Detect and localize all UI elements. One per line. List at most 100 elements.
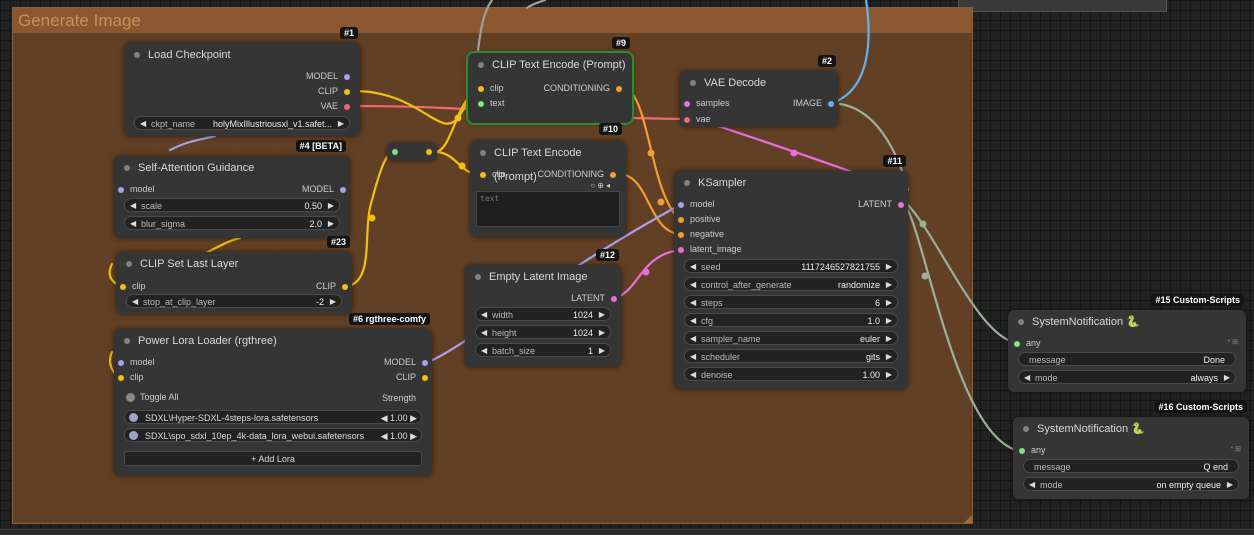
arrow-right-icon[interactable]: ▶ — [886, 332, 892, 346]
collapse-dot[interactable] — [126, 261, 132, 267]
output-socket[interactable] — [898, 201, 904, 208]
arrow-left-icon[interactable]: ◀ — [481, 344, 487, 358]
arrow-left-icon[interactable]: ◀ — [481, 308, 487, 322]
collapse-dot[interactable] — [475, 274, 481, 280]
node-menu-icon[interactable]: * ⊞ — [1227, 338, 1238, 346]
input-positive[interactable]: positive — [678, 212, 721, 226]
arrow-left-icon[interactable]: ◀ — [690, 314, 696, 328]
arrow-right-icon[interactable]: ▶ — [886, 314, 892, 328]
collapse-dot[interactable] — [478, 62, 484, 68]
node-title[interactable]: VAE Decode — [680, 71, 838, 95]
input-socket[interactable] — [120, 283, 126, 290]
input-socket[interactable] — [684, 100, 690, 107]
arrow-right-icon[interactable]: ▶ — [599, 344, 605, 358]
node-title[interactable]: CLIP Text Encode (Prompt) — [468, 53, 632, 77]
input-socket[interactable] — [478, 100, 484, 107]
output-model[interactable]: MODEL — [384, 355, 428, 369]
output-model[interactable]: MODEL — [302, 182, 346, 196]
arrow-left-icon[interactable]: ◀ — [690, 368, 696, 382]
collapse-dot[interactable] — [124, 338, 130, 344]
node-title[interactable]: SystemNotification 🐍 — [1008, 310, 1246, 334]
widget-mode[interactable]: ◀ mode on empty queue ▶ — [1023, 477, 1239, 491]
group-title[interactable]: Generate Image — [13, 8, 972, 33]
node-title[interactable]: KSampler — [674, 171, 908, 195]
output-model[interactable]: MODEL — [306, 69, 350, 83]
widget-cfg[interactable]: ◀ cfg 1.0 ▶ — [684, 313, 898, 327]
widget-denoise[interactable]: ◀ denoise 1.00 ▶ — [684, 367, 898, 381]
node-clip-set-last-layer[interactable]: #23 CLIP Set Last Layer clip CLIP ◀ stop_… — [116, 236, 352, 314]
node-title[interactable]: CLIP Text Encode (Prompt) — [470, 141, 626, 183]
arrow-right-icon[interactable]: ▶ — [886, 368, 892, 382]
output-conditioning[interactable]: CONDITIONING — [544, 81, 622, 95]
input-socket[interactable] — [118, 359, 124, 366]
input-any[interactable]: any — [1014, 336, 1041, 350]
collapse-dot[interactable] — [480, 150, 486, 156]
widget-steps[interactable]: ◀ steps 6 ▶ — [684, 295, 898, 309]
lora-row[interactable]: SDXL\spo_sdxl_10ep_4k-data_lora_webui.sa… — [124, 428, 422, 442]
output-socket[interactable] — [344, 88, 350, 95]
input-model[interactable]: model — [118, 182, 155, 196]
arrow-right-icon[interactable]: ▶ — [886, 296, 892, 310]
output-clip[interactable]: CLIP — [318, 84, 350, 98]
group-resize-handle[interactable] — [964, 515, 972, 523]
node-system-notification-16[interactable]: #16 Custom-Scripts SystemNotification 🐍 … — [1013, 401, 1249, 499]
widget-height[interactable]: ◀ height 1024 ▶ — [475, 325, 611, 339]
arrow-left-icon[interactable]: ◀ — [140, 117, 146, 131]
arrow-left-icon[interactable]: ◀ — [690, 260, 696, 274]
collapse-dot[interactable] — [134, 52, 140, 58]
output-latent[interactable]: LATENT — [858, 197, 904, 211]
arrow-right-icon[interactable]: ▶ — [886, 278, 892, 292]
prompt-textarea[interactable]: text — [476, 191, 620, 227]
collapse-dot[interactable] — [1023, 426, 1029, 432]
arrow-right-icon[interactable]: ▶ — [330, 295, 336, 309]
node-clip-text-encode-10[interactable]: CLIP Text Encode (Prompt) clip CONDITION… — [470, 141, 626, 237]
widget-message[interactable]: message Done — [1018, 352, 1236, 366]
output-socket[interactable] — [344, 103, 350, 110]
output-socket[interactable] — [340, 186, 346, 193]
collapse-dot[interactable] — [684, 180, 690, 186]
arrow-left-icon[interactable]: ◀ — [132, 295, 138, 309]
node-title[interactable]: Power Lora Loader (rgthree) — [114, 329, 432, 353]
node-ksampler[interactable]: #11 KSampler model positive negative lat… — [674, 155, 908, 389]
arrow-left-icon[interactable]: ◀ — [690, 350, 696, 364]
widget-scale[interactable]: ◀ scale 0.50 ▶ — [124, 198, 340, 212]
input-socket[interactable] — [678, 231, 684, 238]
widget-seed[interactable]: ◀ seed 1117246527821755 ▶ — [684, 259, 898, 273]
input-socket[interactable] — [678, 201, 684, 208]
collapse-dot[interactable] — [690, 80, 696, 86]
arrow-right-icon[interactable]: ▶ — [1227, 478, 1233, 492]
widget-message[interactable]: message Q end — [1023, 459, 1239, 473]
input-vae[interactable]: vae — [684, 112, 711, 126]
reroute-node[interactable] — [387, 143, 437, 161]
lora-strength[interactable]: ◀ 1.00 ▶ — [381, 411, 417, 425]
input-clip[interactable]: clip — [480, 167, 506, 181]
widget-ckpt-name[interactable]: ◀ ckpt_name holyMixIllustriousxl_v1.safet.… — [134, 116, 350, 130]
input-socket[interactable] — [480, 171, 486, 178]
arrow-left-icon[interactable]: ◀ — [690, 296, 696, 310]
input-latent-image[interactable]: latent_image — [678, 242, 742, 256]
output-socket[interactable] — [610, 171, 616, 178]
node-title[interactable]: SystemNotification 🐍 — [1013, 417, 1249, 441]
arrow-right-icon[interactable]: ▶ — [1224, 371, 1230, 385]
widget-scheduler[interactable]: ◀ scheduler gits ▶ — [684, 349, 898, 363]
toggle-all-icon[interactable] — [126, 393, 135, 403]
widget-width[interactable]: ◀ width 1024 ▶ — [475, 307, 611, 321]
output-socket[interactable] — [616, 85, 622, 92]
input-model[interactable]: model — [678, 197, 715, 211]
arrow-left-icon[interactable]: ◀ — [1024, 371, 1030, 385]
input-negative[interactable]: negative — [678, 227, 724, 241]
output-socket[interactable] — [611, 295, 617, 302]
widget-stop-at-clip-layer[interactable]: ◀ stop_at_clip_layer -2 ▶ — [126, 294, 342, 308]
reroute-input-socket[interactable] — [392, 149, 398, 155]
input-socket[interactable] — [118, 186, 124, 193]
input-socket[interactable] — [684, 116, 690, 123]
arrow-right-icon[interactable]: ▶ — [328, 217, 334, 231]
node-system-notification-15[interactable]: #15 Custom-Scripts SystemNotification 🐍 … — [1008, 294, 1246, 392]
widget-mode[interactable]: ◀ mode always ▶ — [1018, 370, 1236, 384]
output-clip[interactable]: CLIP — [316, 279, 348, 293]
output-socket[interactable] — [344, 73, 350, 80]
node-empty-latent-image[interactable]: #12 Empty Latent Image LATENT ◀ width 1024… — [465, 249, 621, 367]
input-text[interactable]: text — [478, 96, 505, 110]
output-vae[interactable]: VAE — [321, 99, 350, 113]
output-socket[interactable] — [342, 283, 348, 290]
